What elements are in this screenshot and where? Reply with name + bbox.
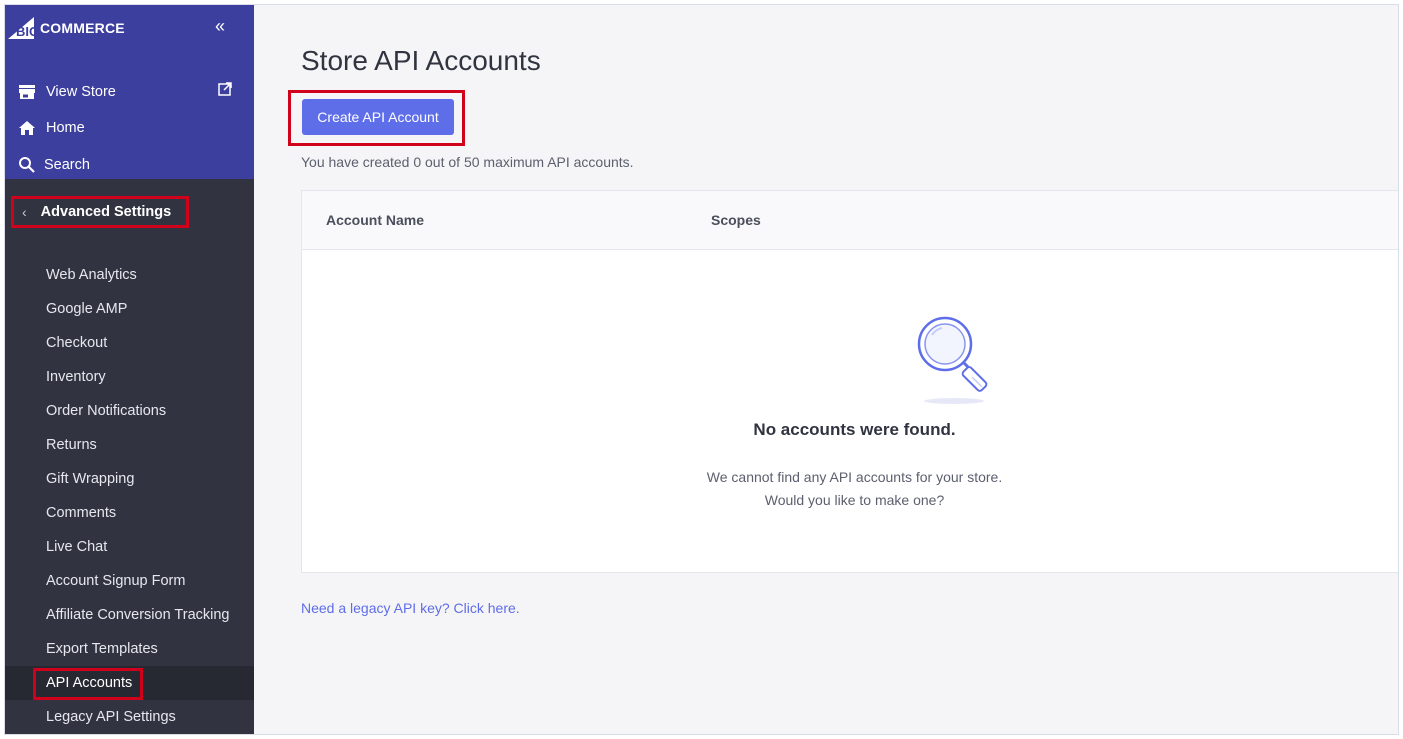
search-icon [17, 155, 37, 175]
sidebar-item-label: Gift Wrapping [46, 471, 135, 487]
sidebar-item-label: Export Templates [46, 641, 158, 657]
sidebar-item-affiliate-conversion-tracking[interactable]: Affiliate Conversion Tracking [5, 598, 254, 632]
collapse-sidebar-icon[interactable]: « [215, 16, 225, 36]
api-accounts-table: Account Name Scopes No accounts were fou… [301, 190, 1398, 573]
page-title: Store API Accounts [301, 45, 541, 76]
sidebar-item-returns[interactable]: Returns [5, 428, 254, 462]
sidebar-section-title: Advanced Settings [40, 204, 172, 220]
sidebar-header: BIG COMMERCE « View Store Home Search [5, 5, 254, 179]
create-api-account-button[interactable]: Create API Account [302, 99, 454, 135]
sidebar-item-account-signup-form[interactable]: Account Signup Form [5, 564, 254, 598]
sidebar-item-order-notifications[interactable]: Order Notifications [5, 394, 254, 428]
empty-state-description: We cannot find any API accounts for your… [302, 466, 1398, 512]
empty-state-line: Would you like to make one? [764, 492, 945, 508]
sidebar-item-gift-wrapping[interactable]: Gift Wrapping [5, 462, 254, 496]
sidebar-item-inventory[interactable]: Inventory [5, 360, 254, 394]
sidebar: BIG COMMERCE « View Store Home Search ‹ … [5, 5, 254, 734]
sidebar-item-label: Order Notifications [46, 403, 167, 419]
table-header: Account Name Scopes [302, 191, 1398, 250]
sidebar-item-export-templates[interactable]: Export Templates [5, 632, 254, 666]
sidebar-item-label: Home [46, 120, 85, 136]
app-window: BIG COMMERCE « View Store Home Search ‹ … [4, 4, 1399, 735]
sidebar-item-label: Returns [46, 437, 97, 453]
sidebar-item-label: Web Analytics [46, 267, 137, 283]
account-limit-info: You have created 0 out of 50 maximum API… [301, 154, 634, 170]
sidebar-item-comments[interactable]: Comments [5, 496, 254, 530]
sidebar-item-label: Search [44, 157, 90, 173]
chevron-left-icon: ‹ [22, 204, 27, 220]
column-header-account-name[interactable]: Account Name [326, 212, 424, 228]
sidebar-item-label: Live Chat [46, 539, 108, 555]
sidebar-item-search[interactable]: Search [17, 153, 90, 177]
sidebar-item-label: Account Signup Form [46, 573, 186, 589]
storefront-icon [17, 82, 37, 102]
main-content: Store API Accounts Create API Account Yo… [254, 5, 1398, 734]
sidebar-item-label: Checkout [46, 335, 108, 351]
sidebar-item-label: View Store [46, 84, 116, 100]
external-link-icon[interactable] [217, 81, 233, 97]
sidebar-item-label: Affiliate Conversion Tracking [46, 607, 230, 623]
empty-state-line: We cannot find any API accounts for your… [706, 469, 1003, 485]
sidebar-item-label: Google AMP [46, 301, 128, 317]
sidebar-item-google-amp[interactable]: Google AMP [5, 292, 254, 326]
sidebar-item-label: Comments [46, 505, 117, 521]
brand-logo[interactable]: BIG COMMERCE [8, 17, 125, 39]
column-header-scopes[interactable]: Scopes [711, 212, 761, 228]
sidebar-item-live-chat[interactable]: Live Chat [5, 530, 254, 564]
sidebar-item-legacy-api-settings[interactable]: Legacy API Settings [5, 700, 254, 734]
magnifier-empty-state-icon [917, 316, 988, 404]
sidebar-item-checkout[interactable]: Checkout [5, 326, 254, 360]
sidebar-item-label: Inventory [46, 369, 106, 385]
legacy-api-key-link[interactable]: Need a legacy API key? Click here. [301, 600, 520, 616]
sidebar-item-home[interactable]: Home [17, 116, 85, 140]
sidebar-item-label: Legacy API Settings [46, 709, 176, 725]
highlight-box-api-accounts [33, 668, 143, 700]
sidebar-item-web-analytics[interactable]: Web Analytics [5, 258, 254, 292]
home-icon [17, 118, 37, 138]
empty-state-title: No accounts were found. [753, 420, 956, 439]
brand-logo-text: COMMERCE [40, 20, 125, 36]
brand-logo-prefix: BIG [16, 24, 39, 39]
sidebar-section-advanced-settings[interactable]: ‹ Advanced Settings [11, 196, 189, 228]
brand-logo-mark-icon: BIG [8, 17, 39, 39]
sidebar-item-view-store[interactable]: View Store [17, 80, 116, 104]
